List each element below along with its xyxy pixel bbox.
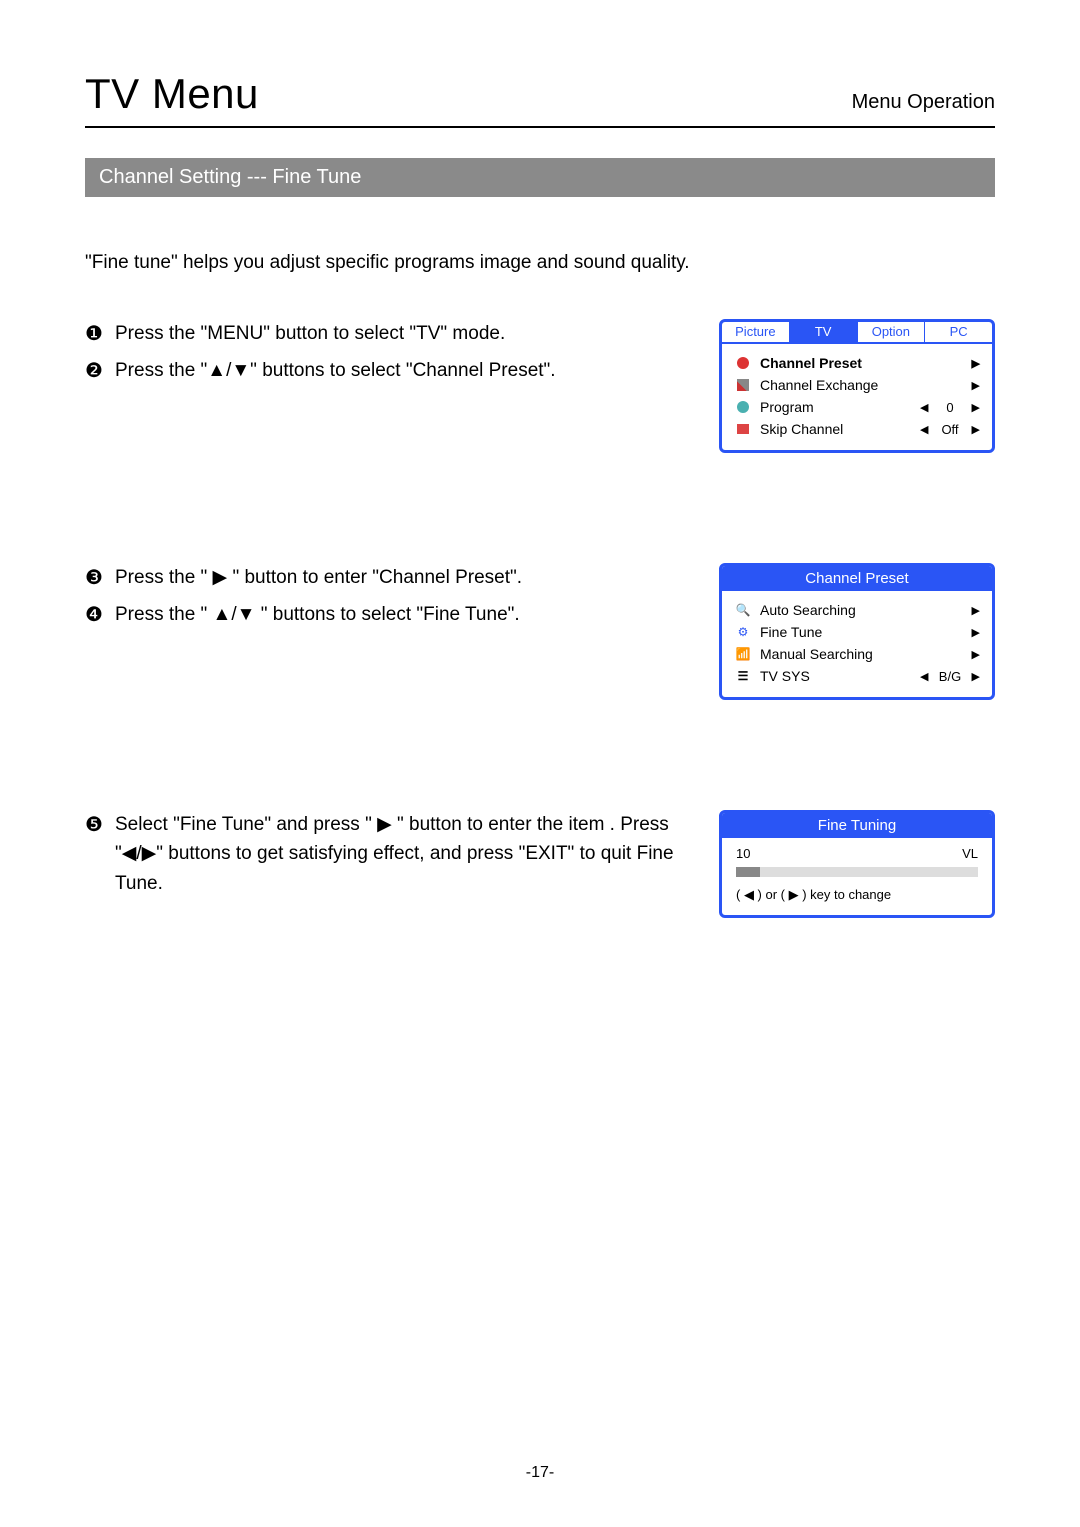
page-header: TV Menu Menu Operation xyxy=(85,70,995,128)
row-step-5: ❺ Select "Fine Tune" and press " ▶ " but… xyxy=(85,810,995,918)
fine-tuning-panel: Fine Tuning 10 VL ( ◀ ) or ( ▶ ) key to … xyxy=(719,810,995,918)
channel-preset-header: Channel Preset xyxy=(722,566,992,591)
item-fine-tune[interactable]: Fine Tune ▶ xyxy=(732,621,982,643)
instructions-col-3: ❺ Select "Fine Tune" and press " ▶ " but… xyxy=(85,810,719,904)
chevron-right-icon[interactable]: ▶ xyxy=(972,401,980,414)
channel-preset-icon xyxy=(734,356,752,370)
step-1-text: Press the "MENU" button to select "TV" m… xyxy=(115,319,699,348)
tv-menu-tabs: Picture TV Option PC xyxy=(722,322,992,344)
page-subtitle: Menu Operation xyxy=(852,91,995,118)
program-icon xyxy=(734,400,752,414)
page-title: TV Menu xyxy=(85,70,259,118)
item-skip-channel[interactable]: Skip Channel ◀ Off ▶ xyxy=(732,418,982,440)
instructions-col-2: ❸ Press the " ▶ " button to enter "Chann… xyxy=(85,563,719,637)
step-2-text: Press the "▲/▼" buttons to select "Chann… xyxy=(115,356,699,385)
page-number: -17- xyxy=(0,1464,1080,1482)
step-5: ❺ Select "Fine Tune" and press " ▶ " but… xyxy=(85,810,699,898)
item-label: Channel Exchange xyxy=(760,377,960,393)
step-2: ❷ Press the "▲/▼" buttons to select "Cha… xyxy=(85,356,699,387)
fine-tuning-hint: ( ◀ ) or ( ▶ ) key to change xyxy=(736,887,978,903)
tv-sys-value-text: B/G xyxy=(928,669,971,684)
item-tv-sys[interactable]: TV SYS ◀ B/G ▶ xyxy=(732,665,982,687)
antenna-icon xyxy=(734,647,752,661)
gear-icon xyxy=(734,625,752,639)
tv-menu-body: Channel Preset ▶ Channel Exchange ▶ Prog… xyxy=(722,344,992,450)
skip-channel-value: ◀ Off ▶ xyxy=(920,422,980,437)
channel-preset-body: Auto Searching ▶ Fine Tune ▶ Manual Sear… xyxy=(722,591,992,697)
search-icon xyxy=(734,603,752,617)
step-3-text: Press the " ▶ " button to enter "Channel… xyxy=(115,563,699,592)
row-steps-3-4: ❸ Press the " ▶ " button to enter "Chann… xyxy=(85,563,995,700)
fine-tuning-slider[interactable] xyxy=(736,867,978,877)
bullet-1: ❶ xyxy=(85,319,115,350)
item-label: Skip Channel xyxy=(760,421,920,437)
tab-picture[interactable]: Picture xyxy=(722,322,790,342)
item-label: Fine Tune xyxy=(760,624,960,640)
channel-exchange-icon xyxy=(734,378,752,392)
item-auto-searching[interactable]: Auto Searching ▶ xyxy=(732,599,982,621)
item-label: TV SYS xyxy=(760,668,920,684)
fine-tuning-header: Fine Tuning xyxy=(722,813,992,838)
step-4: ❹ Press the " ▲/▼ " buttons to select "F… xyxy=(85,600,699,631)
item-label: Channel Preset xyxy=(760,355,960,371)
chevron-right-icon: ▶ xyxy=(960,648,980,661)
bullet-3: ❸ xyxy=(85,563,115,594)
chevron-right-icon[interactable]: ▶ xyxy=(972,670,980,683)
program-value-text: 0 xyxy=(928,400,971,415)
step-4-text: Press the " ▲/▼ " buttons to select "Fin… xyxy=(115,600,699,629)
chevron-left-icon[interactable]: ◀ xyxy=(920,423,928,436)
tab-option[interactable]: Option xyxy=(858,322,926,342)
bullet-5: ❺ xyxy=(85,810,115,841)
chevron-right-icon[interactable]: ▶ xyxy=(972,423,980,436)
chevron-right-icon: ▶ xyxy=(960,626,980,639)
skip-channel-icon xyxy=(734,422,752,436)
item-label: Program xyxy=(760,399,920,415)
chevron-left-icon[interactable]: ◀ xyxy=(920,401,928,414)
program-value: ◀ 0 ▶ xyxy=(920,400,980,415)
bullet-2: ❷ xyxy=(85,356,115,387)
tv-menu-panel: Picture TV Option PC Channel Preset ▶ Ch… xyxy=(719,319,995,453)
row-steps-1-2: ❶ Press the "MENU" button to select "TV"… xyxy=(85,319,995,453)
fine-tuning-values: 10 VL xyxy=(736,846,978,861)
intro-text: "Fine tune" helps you adjust specific pr… xyxy=(85,252,995,274)
fine-tuning-body: 10 VL ( ◀ ) or ( ▶ ) key to change xyxy=(722,838,992,915)
chevron-right-icon: ▶ xyxy=(960,604,980,617)
skip-channel-value-text: Off xyxy=(928,422,971,437)
instructions-col-1: ❶ Press the "MENU" button to select "TV"… xyxy=(85,319,719,393)
bullet-4: ❹ xyxy=(85,600,115,631)
tv-sys-value: ◀ B/G ▶ xyxy=(920,669,980,684)
fine-tuning-value-left: 10 xyxy=(736,846,750,861)
step-3: ❸ Press the " ▶ " button to enter "Chann… xyxy=(85,563,699,594)
item-manual-searching[interactable]: Manual Searching ▶ xyxy=(732,643,982,665)
tab-pc[interactable]: PC xyxy=(925,322,992,342)
item-label: Manual Searching xyxy=(760,646,960,662)
chevron-right-icon: ▶ xyxy=(960,357,980,370)
fine-tuning-value-right: VL xyxy=(962,846,978,861)
item-channel-exchange[interactable]: Channel Exchange ▶ xyxy=(732,374,982,396)
tv-sys-icon xyxy=(734,669,752,683)
step-5-text: Select "Fine Tune" and press " ▶ " butto… xyxy=(115,810,699,898)
section-title-bar: Channel Setting --- Fine Tune xyxy=(85,158,995,197)
item-program[interactable]: Program ◀ 0 ▶ xyxy=(732,396,982,418)
chevron-left-icon[interactable]: ◀ xyxy=(920,670,928,683)
step-1: ❶ Press the "MENU" button to select "TV"… xyxy=(85,319,699,350)
tab-tv[interactable]: TV xyxy=(790,322,858,342)
channel-preset-panel: Channel Preset Auto Searching ▶ Fine Tun… xyxy=(719,563,995,700)
item-label: Auto Searching xyxy=(760,602,960,618)
item-channel-preset[interactable]: Channel Preset ▶ xyxy=(732,352,982,374)
fine-tuning-slider-fill xyxy=(736,867,760,877)
chevron-right-icon: ▶ xyxy=(960,379,980,392)
manual-page: TV Menu Menu Operation Channel Setting -… xyxy=(0,0,1080,1527)
